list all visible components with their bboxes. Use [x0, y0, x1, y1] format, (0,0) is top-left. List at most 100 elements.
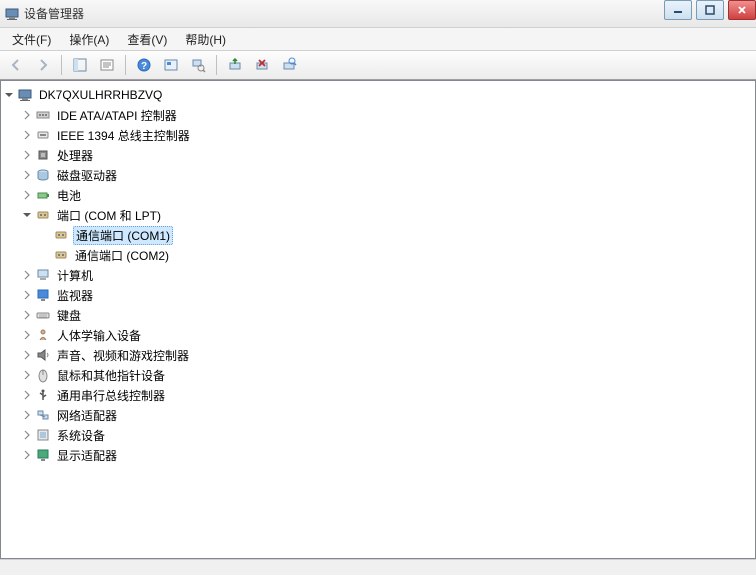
- tree-node[interactable]: 网络适配器: [3, 405, 753, 425]
- window-controls: [660, 0, 756, 20]
- tree-node[interactable]: 系统设备: [3, 425, 753, 445]
- help-button[interactable]: ?: [132, 54, 156, 76]
- tree-node-label: 网络适配器: [55, 407, 119, 424]
- sound-icon: [35, 347, 51, 363]
- expand-icon[interactable]: [21, 149, 33, 161]
- usb-icon: [35, 387, 51, 403]
- expand-icon: [39, 249, 51, 261]
- ieee1394-icon: [35, 127, 51, 143]
- expand-icon: [39, 229, 51, 241]
- expand-icon[interactable]: [21, 169, 33, 181]
- tree-node-label: 电池: [55, 187, 83, 204]
- collapse-icon[interactable]: [3, 89, 15, 101]
- tree-node[interactable]: 人体学输入设备: [3, 325, 753, 345]
- tree-node-label: 端口 (COM 和 LPT): [55, 207, 163, 224]
- menu-view[interactable]: 查看(V): [119, 29, 175, 50]
- tree-node-label: 系统设备: [55, 427, 107, 444]
- tree-node[interactable]: 通信端口 (COM2): [3, 245, 753, 265]
- expand-icon[interactable]: [21, 369, 33, 381]
- display-icon: [35, 447, 51, 463]
- hid-icon: [35, 327, 51, 343]
- ide-icon: [35, 107, 51, 123]
- expand-icon[interactable]: [21, 449, 33, 461]
- expand-icon[interactable]: [21, 109, 33, 121]
- titlebar: 设备管理器: [0, 0, 756, 28]
- back-button[interactable]: [4, 54, 28, 76]
- close-button[interactable]: [728, 0, 756, 20]
- svg-text:?: ?: [141, 61, 147, 72]
- keyboard-icon: [35, 307, 51, 323]
- tree-node[interactable]: 处理器: [3, 145, 753, 165]
- tree-node-label: DK7QXULHRRHBZVQ: [37, 88, 164, 102]
- scan-hardware-button[interactable]: [277, 54, 301, 76]
- tree-node-label: 监视器: [55, 287, 95, 304]
- pc-icon: [35, 267, 51, 283]
- expand-icon[interactable]: [21, 269, 33, 281]
- menu-action[interactable]: 操作(A): [61, 29, 117, 50]
- tree-node[interactable]: 监视器: [3, 285, 753, 305]
- tree-node[interactable]: 磁盘驱动器: [3, 165, 753, 185]
- window-title: 设备管理器: [24, 5, 84, 22]
- expand-icon[interactable]: [21, 429, 33, 441]
- expand-icon[interactable]: [21, 309, 33, 321]
- forward-button[interactable]: [31, 54, 55, 76]
- device-tree-pane[interactable]: DK7QXULHRRHBZVQ IDE ATA/ATAPI 控制器 IEEE 139…: [0, 80, 756, 559]
- tree-node[interactable]: 端口 (COM 和 LPT): [3, 205, 753, 225]
- tree-node-label: 通信端口 (COM1): [73, 226, 173, 245]
- tree-node-label: 磁盘驱动器: [55, 167, 119, 184]
- menu-file[interactable]: 文件(F): [4, 29, 59, 50]
- tree-node[interactable]: 计算机: [3, 265, 753, 285]
- tree-node-label: 通信端口 (COM2): [73, 247, 171, 264]
- tree-node-label: 处理器: [55, 147, 95, 164]
- scan-button[interactable]: [186, 54, 210, 76]
- battery-icon: [35, 187, 51, 203]
- toolbar-separator: [61, 55, 62, 75]
- menu-help[interactable]: 帮助(H): [177, 29, 234, 50]
- properties-button[interactable]: [95, 54, 119, 76]
- tree-node-label: 显示适配器: [55, 447, 119, 464]
- tree-node[interactable]: 显示适配器: [3, 445, 753, 465]
- expand-icon[interactable]: [21, 409, 33, 421]
- collapse-icon[interactable]: [21, 209, 33, 221]
- tree-node[interactable]: 鼠标和其他指针设备: [3, 365, 753, 385]
- update-driver-button[interactable]: [223, 54, 247, 76]
- tree-node[interactable]: 电池: [3, 185, 753, 205]
- computer-icon: [17, 87, 33, 103]
- tree-node[interactable]: DK7QXULHRRHBZVQ: [3, 85, 753, 105]
- tree-node-label: 通用串行总线控制器: [55, 387, 167, 404]
- expand-icon[interactable]: [21, 289, 33, 301]
- uninstall-button[interactable]: [250, 54, 274, 76]
- tree-node[interactable]: IDE ATA/ATAPI 控制器: [3, 105, 753, 125]
- mouse-icon: [35, 367, 51, 383]
- expand-icon[interactable]: [21, 349, 33, 361]
- expand-icon[interactable]: [21, 329, 33, 341]
- monitor-icon: [35, 287, 51, 303]
- port-icon: [35, 207, 51, 223]
- show-hide-tree-button[interactable]: [68, 54, 92, 76]
- tree-node-label: IDE ATA/ATAPI 控制器: [55, 107, 179, 124]
- port-icon: [53, 227, 69, 243]
- app-icon: [4, 6, 20, 22]
- tree-node[interactable]: 键盘: [3, 305, 753, 325]
- device-tree[interactable]: DK7QXULHRRHBZVQ IDE ATA/ATAPI 控制器 IEEE 139…: [3, 85, 753, 465]
- tree-node-label: 人体学输入设备: [55, 327, 143, 344]
- tree-node[interactable]: 通信端口 (COM1): [3, 225, 753, 245]
- expand-icon[interactable]: [21, 389, 33, 401]
- disk-icon: [35, 167, 51, 183]
- tree-node-label: IEEE 1394 总线主控制器: [55, 127, 192, 144]
- expand-icon[interactable]: [21, 129, 33, 141]
- tree-node[interactable]: 通用串行总线控制器: [3, 385, 753, 405]
- action-button[interactable]: [159, 54, 183, 76]
- toolbar-separator: [216, 55, 217, 75]
- tree-node-label: 鼠标和其他指针设备: [55, 367, 167, 384]
- tree-node-label: 键盘: [55, 307, 83, 324]
- menubar: 文件(F) 操作(A) 查看(V) 帮助(H): [0, 28, 756, 50]
- tree-node[interactable]: 声音、视频和游戏控制器: [3, 345, 753, 365]
- minimize-button[interactable]: [664, 0, 692, 20]
- tree-node-label: 声音、视频和游戏控制器: [55, 347, 191, 364]
- maximize-button[interactable]: [696, 0, 724, 20]
- toolbar: ?: [0, 50, 756, 80]
- tree-node[interactable]: IEEE 1394 总线主控制器: [3, 125, 753, 145]
- toolbar-separator: [125, 55, 126, 75]
- expand-icon[interactable]: [21, 189, 33, 201]
